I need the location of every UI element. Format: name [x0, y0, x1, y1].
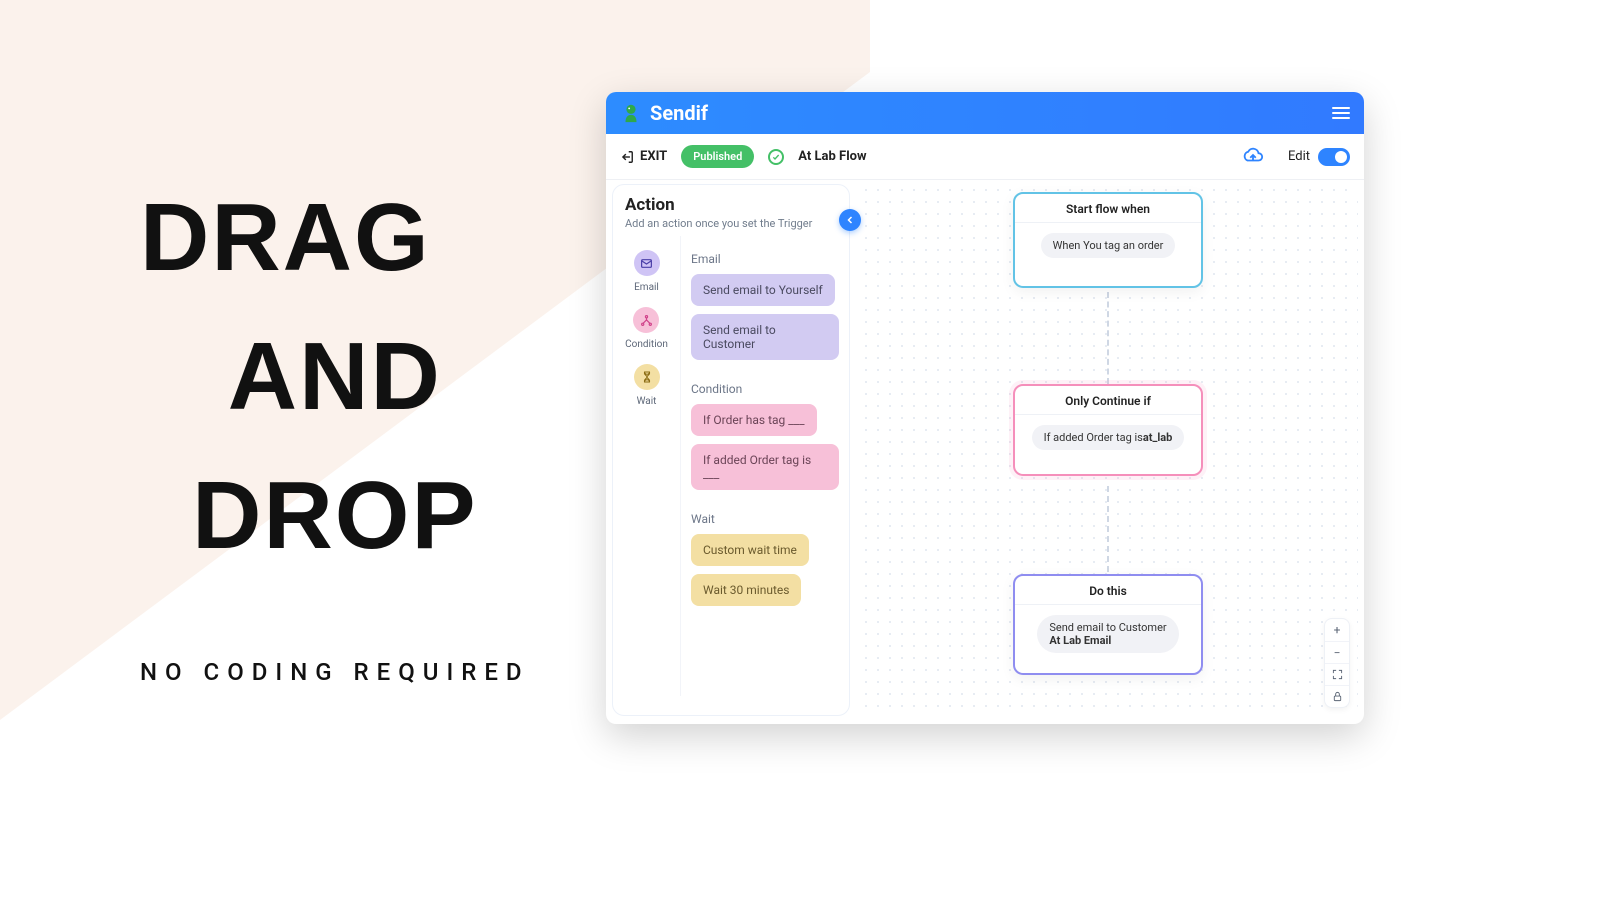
node-action[interactable]: Do this Send email to Customer At Lab Em…: [1013, 574, 1203, 675]
edit-toggle[interactable]: [1318, 148, 1350, 166]
edit-mode-control: Edit: [1288, 148, 1350, 166]
zoom-out-button[interactable]: −: [1325, 641, 1349, 663]
exit-icon: [620, 150, 634, 164]
headline-line-3: DROP: [140, 446, 530, 585]
category-condition[interactable]: Condition: [625, 307, 668, 350]
zoom-lock-button[interactable]: [1325, 685, 1349, 707]
flow-title: At Lab Flow: [798, 149, 866, 164]
connector-line: [1107, 486, 1109, 572]
workspace: Action Add an action once you set the Tr…: [606, 180, 1364, 724]
edit-label: Edit: [1288, 149, 1310, 164]
node-condition-pill: If added Order tag is at_lab: [1032, 425, 1185, 450]
node-action-pill: Send email to Customer At Lab Email: [1037, 615, 1178, 653]
action-added-tag-is[interactable]: If added Order tag is ___: [691, 444, 839, 490]
category-email[interactable]: Email: [634, 250, 660, 293]
section-email-title: Email: [691, 252, 839, 266]
headline: DRAG AND DROP: [140, 168, 530, 586]
panel-body: Email Condition Wait: [613, 236, 849, 696]
brand[interactable]: Sendif: [620, 101, 708, 125]
action-panel: Action Add an action once you set the Tr…: [612, 184, 850, 716]
validated-icon: [768, 149, 784, 165]
exit-label: EXIT: [640, 149, 667, 164]
action-email-self[interactable]: Send email to Yourself: [691, 274, 835, 306]
category-wait-label: Wait: [637, 396, 657, 407]
node-action-line1: Send email to Customer: [1049, 621, 1166, 634]
panel-header: Action Add an action once you set the Tr…: [613, 185, 849, 236]
node-action-line2: At Lab Email: [1049, 634, 1111, 647]
zoom-fit-button[interactable]: [1325, 663, 1349, 685]
menu-icon[interactable]: [1332, 107, 1350, 119]
canvas-zoom-controls: + −: [1324, 618, 1350, 708]
exit-button[interactable]: EXIT: [620, 149, 667, 164]
panel-collapse-button[interactable]: [839, 209, 861, 231]
action-wait-custom[interactable]: Custom wait time: [691, 534, 809, 566]
chevron-left-icon: [844, 214, 856, 226]
category-wait[interactable]: Wait: [634, 364, 660, 407]
lock-icon: [1332, 691, 1343, 702]
action-wait-30[interactable]: Wait 30 minutes: [691, 574, 801, 606]
app-header: Sendif: [606, 92, 1364, 134]
section-condition-title: Condition: [691, 382, 839, 396]
expand-icon: [1332, 669, 1343, 680]
marketing-copy: DRAG AND DROP NO CODING REQUIRED: [140, 168, 530, 686]
panel-title: Action: [625, 195, 837, 215]
status-badge: Published: [681, 145, 754, 168]
flow-canvas[interactable]: Start flow when When You tag an order On…: [860, 184, 1358, 716]
node-condition[interactable]: Only Continue if If added Order tag is a…: [1013, 384, 1203, 476]
node-action-title: Do this: [1015, 576, 1201, 605]
category-email-label: Email: [634, 282, 659, 293]
node-trigger-title: Start flow when: [1015, 194, 1201, 223]
panel-subtitle: Add an action once you set the Trigger: [625, 217, 837, 230]
editor-toolbar: EXIT Published At Lab Flow Edit: [606, 134, 1364, 180]
action-email-customer[interactable]: Send email to Customer: [691, 314, 839, 360]
section-wait-title: Wait: [691, 512, 839, 526]
hourglass-icon: [634, 364, 660, 390]
category-condition-label: Condition: [625, 339, 668, 350]
brand-logo-icon: [620, 102, 642, 124]
node-condition-prefix: If added Order tag is: [1044, 431, 1143, 444]
node-trigger-pill: When You tag an order: [1041, 233, 1176, 258]
node-trigger[interactable]: Start flow when When You tag an order: [1013, 192, 1203, 288]
category-rail: Email Condition Wait: [613, 236, 681, 696]
brand-name: Sendif: [650, 101, 708, 125]
envelope-icon: [634, 250, 660, 276]
headline-line-2: AND: [140, 307, 530, 446]
action-list: Email Send email to Yourself Send email …: [681, 236, 849, 696]
zoom-in-button[interactable]: +: [1325, 619, 1349, 641]
subheadline: NO CODING REQUIRED: [140, 658, 530, 686]
branch-icon: [633, 307, 659, 333]
action-has-tag[interactable]: If Order has tag ___: [691, 404, 817, 436]
node-condition-title: Only Continue if: [1015, 386, 1201, 415]
node-condition-value: at_lab: [1143, 431, 1173, 444]
app-window: Sendif EXIT Published At Lab Flow Edit A…: [606, 92, 1364, 724]
headline-line-1: DRAG: [140, 168, 530, 307]
cloud-sync-icon[interactable]: [1242, 144, 1264, 170]
connector-line: [1107, 292, 1109, 384]
